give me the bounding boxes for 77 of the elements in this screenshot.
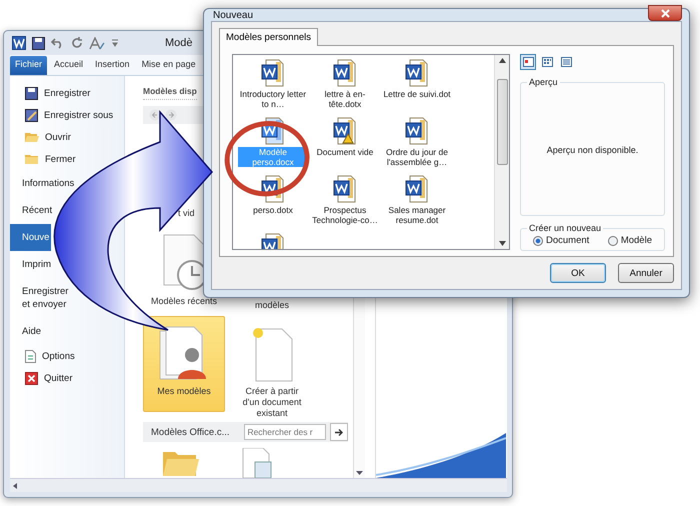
sidebar-item[interactable]: Nouve xyxy=(10,224,52,251)
radio-option[interactable]: Document xyxy=(533,235,590,246)
sidebar-command[interactable]: Enregistrer sous xyxy=(10,104,114,126)
dialog-button[interactable]: Annuler xyxy=(618,263,674,283)
forward-icon[interactable] xyxy=(165,109,177,122)
document-icon xyxy=(25,350,36,362)
tile-label: t vid xyxy=(178,208,195,220)
sidebar-command[interactable]: Options xyxy=(10,345,75,367)
save-icon xyxy=(32,36,45,50)
template-label: Ordre du jour de l'assemblée g… xyxy=(385,147,449,167)
sidebar-command[interactable]: Enregistrer xyxy=(10,82,90,104)
back-icon[interactable] xyxy=(149,109,161,122)
tile-label: Créer à partir d'un document existant xyxy=(242,386,302,420)
sidebar-command[interactable]: Quitter xyxy=(10,367,73,389)
template-label: lettre à en-tête.dotx xyxy=(324,89,366,109)
view-button[interactable] xyxy=(520,54,536,70)
template-label: Sales manager resume.dot xyxy=(387,205,447,225)
sidebar-command[interactable]: Fermer xyxy=(10,148,76,170)
redo-icon[interactable] xyxy=(71,37,83,49)
list-scrollbar[interactable] xyxy=(494,55,509,249)
search-go-button[interactable] xyxy=(330,423,348,442)
word-logo-icon xyxy=(12,36,26,50)
radio-button[interactable] xyxy=(533,236,543,246)
sidebar-item[interactable]: Enregistrer et envoyer xyxy=(10,278,70,318)
ribbon-tab[interactable]: Insertion xyxy=(90,56,135,75)
save-icon xyxy=(25,86,38,100)
horizontal-scrollbar[interactable] xyxy=(10,478,507,492)
window-title: Modè xyxy=(165,37,193,49)
radio-label: Document xyxy=(546,235,590,246)
view-button[interactable] xyxy=(539,54,555,70)
command-label: Ouvrir xyxy=(45,132,71,142)
preview-message: Aperçu non disponible. xyxy=(546,145,638,155)
tile-label: Modèles récents xyxy=(150,296,218,308)
section-label: Modèles Office.c... xyxy=(151,426,230,438)
template-tile[interactable]: Mes modèles xyxy=(143,316,225,412)
template-label: Document vide xyxy=(316,147,374,157)
sidebar-item[interactable]: Aide xyxy=(10,318,44,345)
sidebar-command[interactable]: Ouvrir xyxy=(10,126,71,148)
ribbon-tab[interactable]: Fichier xyxy=(10,56,48,75)
caret-up-icon[interactable] xyxy=(498,58,506,63)
tile-label: Mes modèles xyxy=(157,386,211,398)
view-button[interactable] xyxy=(558,54,574,70)
sidebar-item[interactable]: Imprim xyxy=(10,251,54,278)
command-label: Fermer xyxy=(45,154,76,164)
command-label: Quitter xyxy=(44,372,73,384)
tile-label: modèles xyxy=(254,300,290,312)
template-label: Introductory letter to n… xyxy=(238,89,308,109)
ribbon-tab[interactable]: Accueil xyxy=(49,56,88,75)
sidebar-item[interactable]: Informations xyxy=(10,170,76,197)
arrow-right-icon xyxy=(334,428,344,437)
command-label: Options xyxy=(42,350,75,362)
group-title: Créer un nouveau xyxy=(528,223,602,233)
dialog-tab[interactable]: Modèles personnels xyxy=(219,28,318,46)
close-button[interactable] xyxy=(648,5,682,21)
radio-option[interactable]: Modèle xyxy=(608,235,652,246)
sidebar-item[interactable]: Récent xyxy=(10,197,54,224)
section-heading: Modèles disp xyxy=(143,86,197,100)
caret-down-icon[interactable] xyxy=(498,241,506,246)
folder-icon xyxy=(25,153,39,165)
template-label: perso.dotx xyxy=(252,205,294,215)
open-folder-icon xyxy=(25,131,39,143)
template-label: Lettre de suivi.dot xyxy=(382,89,452,99)
close-icon xyxy=(25,372,38,384)
radio-label: Modèle xyxy=(620,235,652,246)
command-label: Enregistrer xyxy=(44,88,90,98)
dialog-title: Nouveau xyxy=(212,10,254,20)
customize-toolbar-icon[interactable] xyxy=(111,38,119,48)
ribbon-tab[interactable]: Mise en page xyxy=(136,56,201,75)
close-icon xyxy=(660,8,670,18)
template-label: Prospectus Technologie-co… xyxy=(311,205,379,225)
font-style-icon[interactable] xyxy=(89,36,105,50)
group-title: Aperçu xyxy=(528,77,559,87)
save-as-icon xyxy=(25,108,38,122)
search-field[interactable]: Rechercher des r xyxy=(244,424,326,440)
radio-button[interactable] xyxy=(608,236,618,246)
command-label: Enregistrer sous xyxy=(44,110,114,120)
dialog-button[interactable]: OK xyxy=(550,263,606,283)
